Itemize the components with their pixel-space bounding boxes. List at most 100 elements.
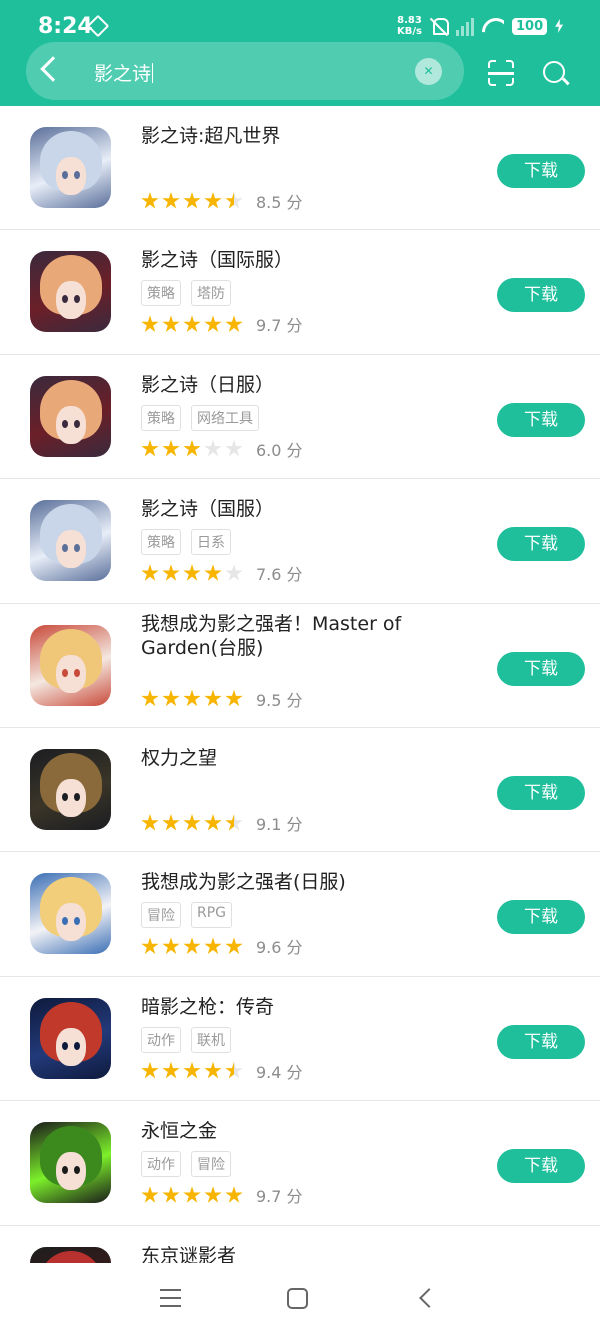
charging-icon xyxy=(555,19,564,33)
rating: 9.5 分 xyxy=(141,687,303,711)
app-name[interactable]: 权力之望 xyxy=(141,746,471,770)
rating-score: 9.1 分 xyxy=(256,815,303,834)
list-item[interactable]: 影之诗:超凡世界 8.5 分 下载 xyxy=(0,106,600,231)
star-icon xyxy=(183,689,201,707)
app-icon[interactable] xyxy=(30,749,111,830)
app-name[interactable]: 影之诗:超凡世界 xyxy=(141,124,471,148)
download-button[interactable]: 下载 xyxy=(497,527,585,562)
app-name[interactable]: 东京谜影者 xyxy=(141,1244,471,1263)
category-tag: 塔防 xyxy=(191,280,231,307)
app-name[interactable]: 我想成为影之强者(日服) xyxy=(141,870,471,894)
app-name[interactable]: 我想成为影之强者！Master of Garden(台服) xyxy=(141,612,471,660)
app-icon[interactable] xyxy=(30,127,111,208)
wifi-icon xyxy=(482,18,504,34)
category-tag: 日系 xyxy=(191,529,231,556)
rating-score: 7.6 分 xyxy=(256,565,303,585)
category-tag: RPG xyxy=(191,902,233,929)
app-icon[interactable] xyxy=(30,500,111,582)
star-icon xyxy=(204,315,222,332)
app-icon[interactable] xyxy=(30,997,111,1079)
list-item[interactable]: 我想成为影之强者(日服) 冒险 RPG 9.6 分 下载 xyxy=(0,852,600,977)
rating-score: 9.4 分 xyxy=(256,1062,303,1082)
category-tag: 动作 xyxy=(141,1151,181,1178)
list-item[interactable]: 永恒之金动作 冒险 9.7 分 下载 xyxy=(0,1101,600,1226)
star-icon xyxy=(225,192,243,209)
list-item[interactable]: 暗影之枪：传奇 动作 联机 9.4 分 下载 xyxy=(0,977,600,1102)
app-name[interactable]: 影之诗（国际服） xyxy=(141,248,471,272)
list-item[interactable]: 权力之望 9.1 分 下载 xyxy=(0,728,600,853)
star-icon xyxy=(141,689,159,707)
list-item[interactable]: 我想成为影之强者！Master of Garden(台服) 9.5 分 下载 xyxy=(0,604,600,728)
tag-group: 动作 联机 xyxy=(141,1026,231,1053)
list-item[interactable]: 影之诗（国服） 策略 日系 7.6 分 下载 xyxy=(0,479,600,604)
star-icon xyxy=(225,814,243,831)
signal-icon xyxy=(456,16,474,36)
app-icon[interactable] xyxy=(30,251,111,333)
rating: 9.7 分 xyxy=(141,1183,303,1207)
star-icon xyxy=(204,439,222,457)
app-icon[interactable] xyxy=(30,873,111,955)
recent-apps-icon[interactable] xyxy=(160,1289,181,1307)
star-icon xyxy=(183,439,201,457)
rating: 7.6 分 xyxy=(141,561,303,585)
search-input[interactable]: 影之诗 xyxy=(94,59,153,86)
clear-icon[interactable]: ✕ xyxy=(415,58,442,85)
download-button[interactable]: 下载 xyxy=(497,900,585,935)
star-icon xyxy=(204,192,222,209)
bell-off-icon xyxy=(430,16,449,36)
star-icon xyxy=(162,937,180,954)
rating: 9.4 分 xyxy=(141,1059,303,1083)
star-icon xyxy=(225,937,243,954)
rating: 9.6 分 xyxy=(141,934,303,958)
download-button[interactable]: 下载 xyxy=(497,402,585,437)
star-icon xyxy=(162,564,180,581)
app-name[interactable]: 影之诗（国服） xyxy=(141,497,471,521)
search-icon[interactable] xyxy=(543,61,565,83)
app-icon[interactable] xyxy=(30,624,111,706)
list-item[interactable]: 影之诗（日服） 策略 网络工具 6.0 分 下载 xyxy=(0,355,600,480)
star-icon xyxy=(225,315,243,332)
star-icon xyxy=(204,1061,222,1079)
download-button[interactable]: 下载 xyxy=(497,1024,585,1059)
rating: 6.0 分 xyxy=(141,437,303,461)
app-name[interactable]: 暗影之枪：传奇 xyxy=(141,995,471,1019)
category-tag: 策略 xyxy=(141,404,181,431)
rating-score: 9.7 分 xyxy=(256,316,303,336)
search-bar[interactable] xyxy=(26,42,464,100)
download-button[interactable]: 下载 xyxy=(497,154,585,188)
tag-group: 策略 日系 xyxy=(141,529,231,556)
download-button[interactable]: 下载 xyxy=(497,651,585,686)
star-icon xyxy=(162,315,180,332)
rating-score: 8.5 分 xyxy=(256,193,303,212)
star-icon xyxy=(141,814,159,831)
scan-icon[interactable] xyxy=(488,60,514,86)
app-icon[interactable] xyxy=(30,1122,111,1204)
app-icon[interactable] xyxy=(30,375,111,457)
rating: 8.5 分 xyxy=(141,189,303,213)
star-icon xyxy=(162,439,180,457)
download-button[interactable]: 下载 xyxy=(497,776,585,810)
category-tag: 联机 xyxy=(191,1026,231,1053)
home-icon[interactable] xyxy=(287,1288,308,1309)
network-speed-unit: KB/s xyxy=(397,26,422,37)
download-button[interactable]: 下载 xyxy=(497,1149,585,1184)
star-icon xyxy=(141,1061,159,1079)
star-icon xyxy=(141,1186,159,1203)
download-button[interactable]: 下载 xyxy=(497,278,585,313)
star-icon xyxy=(204,1186,222,1203)
star-icon xyxy=(225,689,243,707)
star-icon xyxy=(204,937,222,954)
list-item[interactable]: 东京谜影者 xyxy=(0,1226,600,1263)
category-tag: 网络工具 xyxy=(191,404,259,431)
nav-back-icon[interactable] xyxy=(419,1288,439,1308)
battery-level: 100 xyxy=(512,17,548,35)
app-icon[interactable] xyxy=(30,1246,111,1263)
list-item[interactable]: 影之诗（国际服） 策略 塔防 9.7 分 下载 xyxy=(0,230,600,355)
rating-score: 6.0 分 xyxy=(256,440,303,460)
app-name[interactable]: 永恒之金 xyxy=(141,1119,471,1143)
tag-group: 策略 塔防 xyxy=(141,280,231,307)
star-icon xyxy=(162,689,180,707)
tag-group: 动作 冒险 xyxy=(141,1151,231,1178)
app-name[interactable]: 影之诗（日服） xyxy=(141,373,471,397)
rating-score: 9.7 分 xyxy=(256,1187,303,1207)
